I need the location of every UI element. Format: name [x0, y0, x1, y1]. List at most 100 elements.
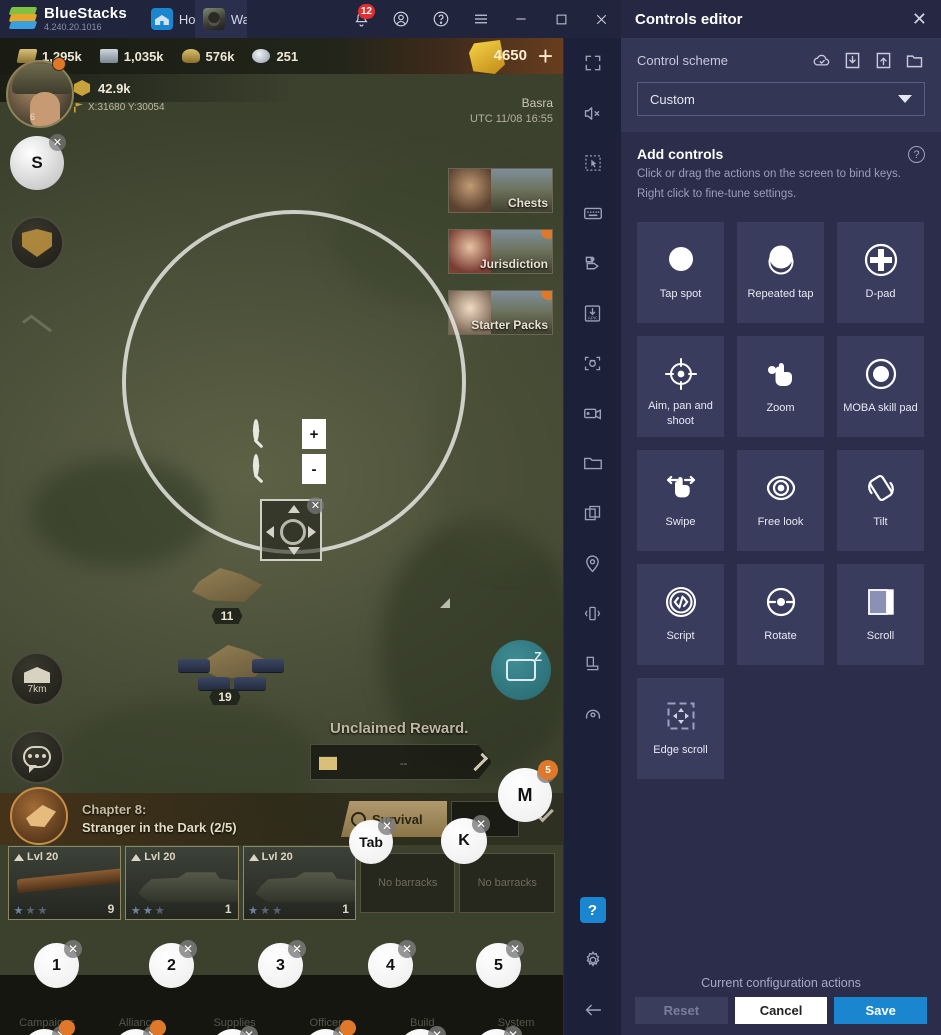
shake-icon[interactable]: [564, 588, 622, 638]
aim-pan-shoot-icon: [663, 352, 699, 396]
mail-badge: 5: [538, 760, 558, 780]
hamburger-menu-button[interactable]: [461, 0, 501, 38]
zoom-in-keybind[interactable]: +: [302, 419, 326, 449]
close-icon[interactable]: ✕: [49, 134, 66, 151]
zoom-out-icon[interactable]: −: [252, 454, 260, 477]
location-icon[interactable]: [564, 538, 622, 588]
unit-slot-empty[interactable]: No barracks: [459, 853, 555, 913]
control-rotate[interactable]: Rotate: [737, 564, 824, 666]
close-icon[interactable]: ✕: [472, 815, 490, 833]
control-swipe[interactable]: Swipe: [637, 450, 724, 552]
control-script[interactable]: Script: [637, 564, 724, 666]
account-button[interactable]: [381, 0, 421, 38]
cancel-button[interactable]: Cancel: [734, 997, 828, 1024]
close-icon[interactable]: ✕: [378, 817, 396, 835]
resource-gold-value: 251: [276, 48, 299, 64]
control-scheme-select[interactable]: Custom: [637, 82, 925, 116]
control-moba-skill-pad[interactable]: MOBA skill pad: [837, 336, 924, 438]
event-card-jurisdiction[interactable]: 4 Jurisdiction: [448, 229, 553, 274]
keybind-survival[interactable]: Tab ✕: [349, 817, 396, 864]
keyboard-icon[interactable]: [564, 188, 622, 238]
rotate-screen-icon[interactable]: [564, 638, 622, 688]
moba-skill-pad-icon: [863, 352, 899, 396]
record-icon[interactable]: [564, 388, 622, 438]
unit-card[interactable]: Lvl 20 1: [242, 846, 356, 920]
unit-card[interactable]: Lvl 20 1: [125, 846, 239, 920]
scheme-action-icons: [811, 50, 925, 71]
event-card-chests[interactable]: Chests: [448, 168, 553, 213]
game-viewport[interactable]: 1,295k 1,035k 576k 251 4650 + 42.9k X:31…: [0, 38, 563, 1035]
help-button[interactable]: [421, 0, 461, 38]
help-icon[interactable]: ?: [564, 885, 622, 935]
control-zoom[interactable]: Zoom: [737, 336, 824, 438]
zoom-out-keybind[interactable]: -: [302, 454, 326, 484]
close-button[interactable]: [581, 0, 621, 38]
cloud-sync-icon[interactable]: [811, 50, 832, 71]
footer-caption: Current configuration actions: [701, 976, 861, 990]
keybind-unit-3[interactable]: 3 ✕: [258, 940, 306, 988]
close-icon[interactable]: ✕: [179, 940, 197, 958]
control-tap-spot[interactable]: Tap spot: [637, 222, 724, 324]
keybind-secondary[interactable]: K ✕: [441, 815, 490, 864]
macro-play-icon[interactable]: [564, 238, 622, 288]
control-label: Tap spot: [659, 288, 702, 301]
minimize-button[interactable]: [501, 0, 541, 38]
keybind-unit-2[interactable]: 2 ✕: [149, 940, 197, 988]
close-icon[interactable]: ✕: [288, 940, 306, 958]
reset-button[interactable]: Reset: [635, 997, 728, 1024]
control-free-look[interactable]: Free look: [737, 450, 824, 552]
fullscreen-icon[interactable]: [564, 38, 622, 88]
tab-home[interactable]: Ho: [143, 0, 195, 38]
mute-icon[interactable]: [564, 88, 622, 138]
save-button[interactable]: Save: [834, 997, 928, 1024]
add-controls-title: Add controls: [637, 146, 724, 162]
multi-select-icon[interactable]: [564, 138, 622, 188]
troop-group-tanks[interactable]: 19: [178, 645, 284, 705]
multi-instance-icon[interactable]: [564, 488, 622, 538]
close-icon[interactable]: ✕: [398, 940, 416, 958]
gamepad-icon[interactable]: [564, 688, 622, 738]
notifications-button[interactable]: 12: [341, 0, 381, 38]
close-icon[interactable]: ✕: [912, 10, 927, 28]
shield-button[interactable]: [10, 216, 64, 270]
zoom-in-icon[interactable]: +: [252, 419, 260, 442]
close-icon[interactable]: ✕: [506, 940, 524, 958]
chat-button[interactable]: [10, 730, 64, 784]
add-currency-button[interactable]: +: [538, 42, 553, 70]
city-button[interactable]: 7km: [10, 652, 64, 706]
keybind-mail[interactable]: M ✕ 5: [498, 760, 558, 822]
control-dpad[interactable]: D-pad: [837, 222, 924, 324]
control-aim-pan-shoot[interactable]: Aim, pan and shoot: [637, 336, 724, 438]
close-icon[interactable]: ✕: [307, 497, 324, 514]
control-tilt[interactable]: Tilt: [837, 450, 924, 552]
nav-officers[interactable]: Officers: [281, 975, 375, 1035]
keybind-slot-4[interactable]: 4 ✕: [368, 940, 416, 988]
export-icon[interactable]: [873, 50, 894, 71]
event-card-starter-packs[interactable]: ✕ Starter Packs: [448, 290, 553, 335]
folder-icon[interactable]: [564, 438, 622, 488]
close-icon[interactable]: ✕: [64, 940, 82, 958]
troop-group-infantry[interactable]: 11: [192, 568, 262, 624]
dpad-control-overlay[interactable]: ✕: [260, 497, 324, 561]
control-scroll[interactable]: Scroll: [837, 564, 924, 666]
install-apk-icon[interactable]: APK: [564, 288, 622, 338]
folder-icon[interactable]: [904, 50, 925, 71]
maximize-button[interactable]: [541, 0, 581, 38]
idle-sleep-button[interactable]: [491, 640, 551, 700]
screenshot-icon[interactable]: [564, 338, 622, 388]
unit-card[interactable]: Lvl 20 9: [8, 846, 122, 920]
tab-game[interactable]: Wa: [194, 0, 247, 38]
back-icon[interactable]: [564, 985, 622, 1035]
control-repeated-tap[interactable]: Repeated tap: [737, 222, 824, 324]
control-edge-scroll[interactable]: Edge scroll: [637, 678, 724, 780]
player-avatar[interactable]: [6, 60, 74, 128]
keybind-slot-5[interactable]: 5 ✕: [476, 940, 524, 988]
chapter-medal-icon: [10, 787, 68, 845]
selection-badge[interactable]: S ✕: [10, 134, 66, 190]
settings-icon[interactable]: [564, 935, 622, 985]
keybind-unit-1[interactable]: 1 ✕: [34, 940, 82, 988]
footer-buttons: Reset Cancel Save: [621, 990, 941, 1024]
question-icon[interactable]: ?: [908, 146, 925, 163]
nav-dot: [150, 1020, 166, 1035]
import-icon[interactable]: [842, 50, 863, 71]
